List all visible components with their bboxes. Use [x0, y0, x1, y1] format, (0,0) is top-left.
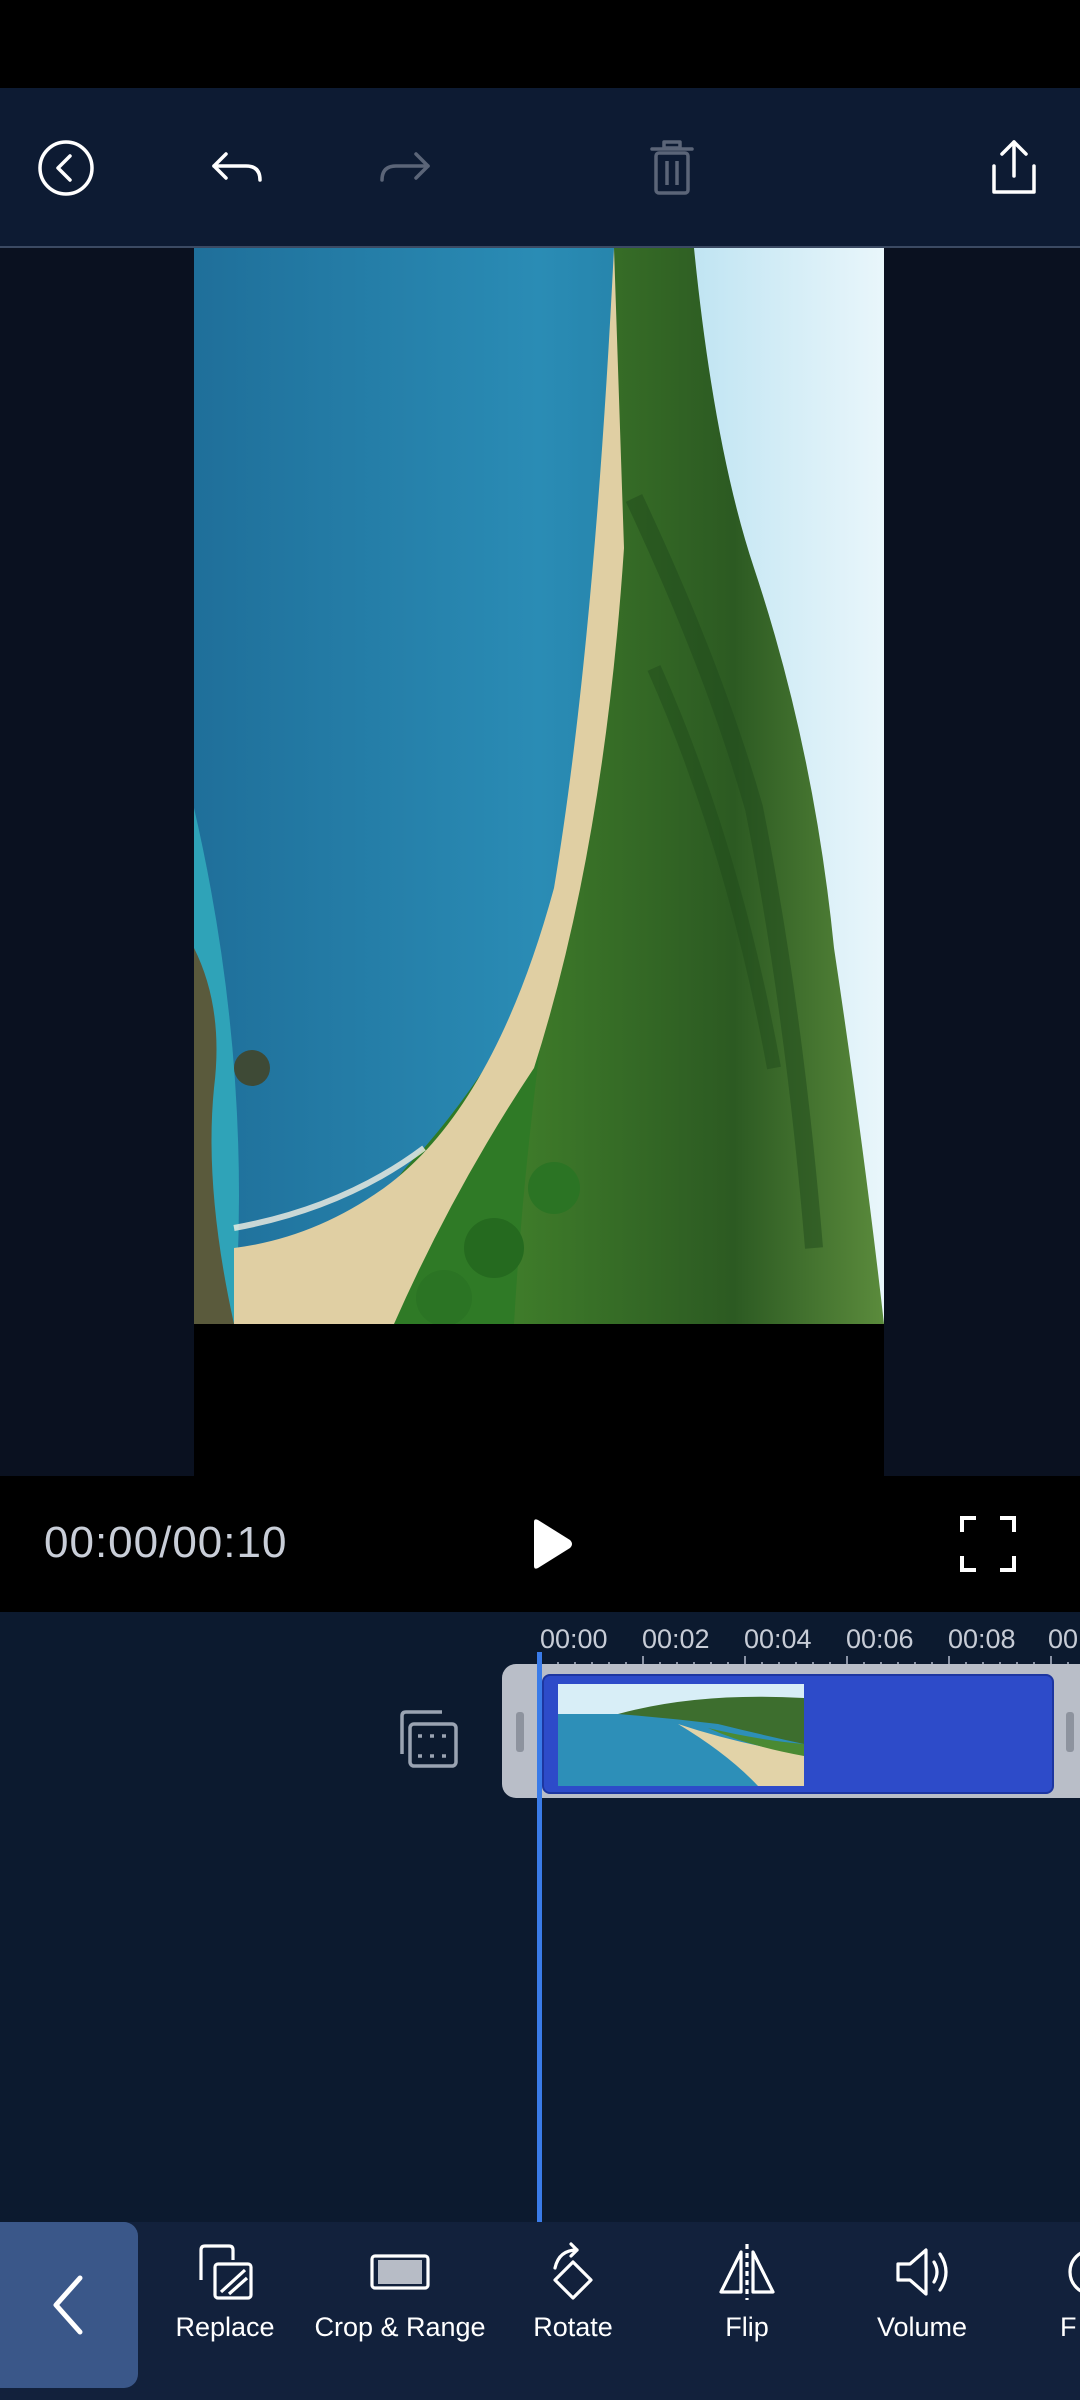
play-button[interactable] — [510, 1504, 590, 1584]
volume-icon — [896, 2248, 948, 2296]
undo-icon — [212, 152, 262, 182]
ruler-label: 00:08 — [948, 1624, 1016, 1654]
tool-flip[interactable]: Flip — [700, 2240, 794, 2380]
video-frame[interactable] — [194, 248, 884, 1476]
export-button[interactable] — [974, 128, 1054, 208]
tool-label: Replace — [175, 2312, 275, 2342]
add-media-button[interactable] — [392, 1704, 464, 1776]
ruler-label: 00 — [1048, 1624, 1079, 1654]
clip-trim-handle-left[interactable] — [516, 1712, 524, 1752]
tool-crop-range[interactable]: Crop & Range — [314, 2240, 486, 2380]
timeline[interactable]: 00:00 00:02 00:04 00:06 00:08 00 — [0, 1612, 1080, 2222]
status-bar — [0, 0, 1080, 88]
share-upload-icon — [992, 140, 1036, 194]
clip-trim-handle-right[interactable] — [1066, 1712, 1074, 1752]
tool-label: Crop & Range — [314, 2312, 486, 2342]
tool-rotate[interactable]: Rotate — [526, 2240, 620, 2380]
toolbar-back-button[interactable] — [0, 2222, 138, 2388]
clip-body[interactable] — [542, 1674, 1054, 1794]
time-readout: 00:00/00:10 — [44, 1518, 288, 1567]
rotate-icon — [553, 2242, 593, 2300]
redo-icon — [380, 152, 430, 182]
redo-button[interactable] — [366, 128, 446, 208]
filter-icon — [1068, 2251, 1080, 2293]
media-track-icon — [400, 1710, 458, 1768]
ruler-label: 00:04 — [744, 1624, 812, 1654]
tool-label: Flip — [725, 2312, 769, 2342]
delete-button[interactable] — [632, 128, 712, 208]
flip-icon — [719, 2244, 775, 2300]
undo-button[interactable] — [196, 128, 276, 208]
fullscreen-button[interactable] — [950, 1506, 1026, 1582]
circle-back-icon — [38, 140, 94, 196]
play-icon — [534, 1519, 572, 1569]
playhead[interactable] — [537, 1652, 542, 2222]
tool-volume[interactable]: Volume — [872, 2240, 972, 2380]
chevron-left-icon — [53, 2275, 83, 2335]
ruler-label: 00:06 — [846, 1624, 914, 1654]
replace-icon — [199, 2244, 253, 2300]
crop-icon — [370, 2254, 430, 2290]
tool-label: Rotate — [533, 2312, 613, 2342]
top-toolbar — [0, 88, 1080, 248]
video-preview-image — [194, 248, 884, 1324]
tool-filter[interactable]: F — [1060, 2240, 1080, 2380]
player-controls: 00:00/00:10 — [0, 1476, 1080, 1612]
tool-replace[interactable]: Replace — [175, 2240, 275, 2380]
fullscreen-icon — [960, 1516, 1016, 1572]
tool-label: Volume — [876, 2312, 968, 2342]
edit-toolbar: Replace Crop & Range Rotate Flip Volume — [0, 2222, 1080, 2400]
clip-thumbnail — [558, 1684, 804, 1786]
video-clip[interactable] — [502, 1664, 1080, 1798]
back-button[interactable] — [26, 128, 106, 208]
trash-icon — [650, 140, 694, 195]
ruler-label: 00:02 — [642, 1624, 710, 1654]
ruler-label: 00:00 — [540, 1624, 608, 1654]
tool-label: F — [1060, 2312, 1077, 2342]
video-preview-area — [0, 248, 1080, 1476]
